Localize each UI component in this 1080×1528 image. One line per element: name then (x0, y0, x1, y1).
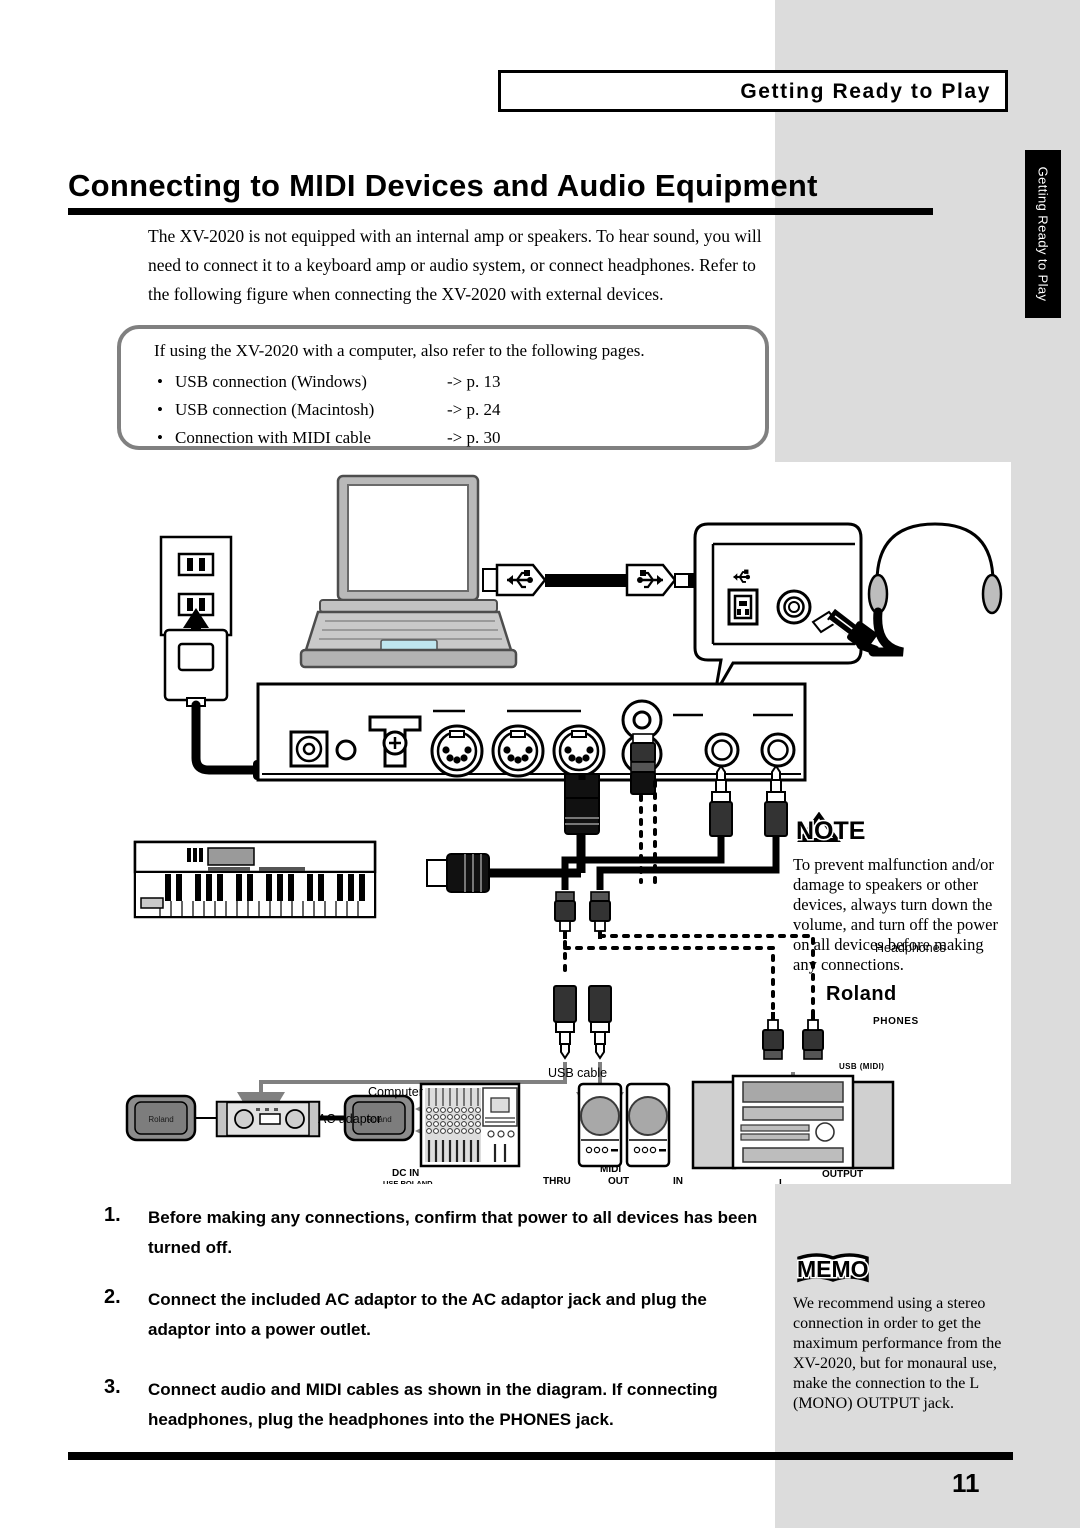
running-head-box: Getting Ready to Play (498, 70, 1008, 112)
callout-roland-logo: Roland (826, 983, 897, 1005)
front-panel-callout (693, 522, 863, 695)
panel-midi-thru-label: THRU (543, 1176, 571, 1184)
panel-midi-group-label: MIDI (600, 1164, 622, 1175)
headphones-icon (856, 522, 1003, 657)
label-computer: Computer (368, 1085, 423, 1099)
label-usb-cable: USB cable (548, 1066, 608, 1080)
step-number: 1. (104, 1204, 121, 1226)
midi-cable (426, 773, 600, 893)
title-underline-rule (68, 208, 933, 215)
step-number: 2. (104, 1286, 121, 1308)
bullet-icon: • (157, 400, 163, 419)
usb-cable-icon (482, 563, 690, 597)
rca-plug-in-output-r (630, 761, 656, 795)
panel-midi-in-label: IN (673, 1176, 683, 1184)
reference-item-page: -> p. 24 (447, 400, 501, 419)
reference-item-label: USB connection (Macintosh) (175, 400, 375, 419)
stereo-set-icon (691, 1074, 895, 1170)
reference-item-label: Connection with MIDI cable (175, 428, 371, 447)
svg-text:MEMO: MEMO (797, 1256, 869, 1282)
panel-dc-in-title: DC IN (392, 1168, 420, 1179)
intro-paragraph: The XV-2020 is not equipped with an inte… (148, 226, 762, 304)
note-icon: NOTE (795, 811, 867, 847)
reference-box-lead: If using the XV-2020 with a computer, al… (154, 341, 645, 360)
label-ac-adaptor: AC adaptor (318, 1112, 382, 1126)
memo-text: We recommend using a stereo connection i… (793, 1295, 1002, 1412)
reference-item-page: -> p. 13 (447, 372, 501, 391)
reference-item-label: USB connection (Windows) (175, 372, 367, 391)
rca-plug-in-output-l (630, 733, 656, 763)
memo-callout: MEMO We recommend using a stereo connect… (793, 1252, 1013, 1414)
section-thumb-tab-label: Getting Ready to Play (1035, 166, 1051, 302)
callout-usb-midi-label: USB (MIDI) (839, 1062, 885, 1071)
svg-text:NOTE: NOTE (796, 817, 865, 845)
svg-text:Roland: Roland (148, 1115, 173, 1124)
document-page: Getting Ready to Play Getting Ready to P… (0, 0, 1080, 1528)
panel-output-group-label: OUTPUT (822, 1169, 864, 1180)
page-number: 11 (952, 1468, 980, 1498)
step-text: Before making any connections, confirm t… (148, 1208, 758, 1257)
step-text: Connect the included AC adaptor to the A… (148, 1290, 707, 1339)
step-text: Connect audio and MIDI cables as shown i… (148, 1380, 718, 1429)
panel-output-l-label: L (779, 1178, 786, 1184)
note-text: To prevent malfunction and/or damage to … (793, 855, 998, 974)
section-thumb-tab: Getting Ready to Play (1025, 150, 1061, 318)
mixer-icon (419, 1082, 521, 1168)
midi-keyboard-icon (133, 840, 377, 919)
memo-icon: MEMO (796, 1253, 870, 1284)
reference-item-page: -> p. 30 (447, 428, 501, 447)
footer-rule (68, 1452, 1013, 1460)
note-callout: NOTE To prevent malfunction and/or damag… (793, 811, 1008, 975)
panel-midi-out-label: OUT (608, 1176, 630, 1184)
monitor-speakers-icon (577, 1082, 671, 1168)
running-head-text: Getting Ready to Play (740, 80, 991, 103)
bullet-icon: • (157, 428, 163, 447)
step-number: 3. (104, 1376, 121, 1398)
page-title: Connecting to MIDI Devices and Audio Equ… (68, 168, 818, 203)
panel-dc-in-note-1: USE ROLAND (383, 1179, 433, 1184)
callout-phones-label: PHONES (873, 1016, 919, 1027)
reference-box: If using the XV-2020 with a computer, al… (117, 325, 769, 450)
bullet-icon: • (157, 372, 163, 391)
